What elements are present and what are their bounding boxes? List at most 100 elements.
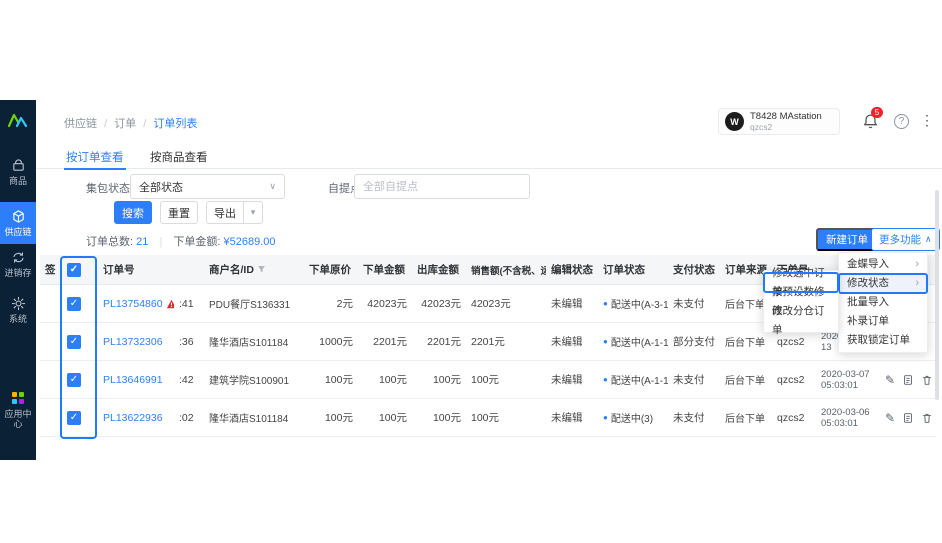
order-link[interactable]: PL13754860 (103, 298, 163, 310)
chevron-down-icon: ∨ (269, 181, 276, 191)
help-icon[interactable]: ? (894, 114, 909, 129)
row-checkbox[interactable]: ✓ (67, 410, 81, 425)
cell-merchant: 建筑学院S100901 (209, 376, 290, 387)
cell-original-price: 1000元 (319, 336, 353, 348)
breadcrumb-orders[interactable]: 订单 (114, 118, 136, 130)
cell-datetime: 2020-03-06 05:03:01 (821, 406, 870, 429)
cell-checkbox: ✓ (62, 399, 98, 436)
breadcrumb-supply-chain[interactable]: 供应链 (64, 118, 97, 130)
header-outbound-amount[interactable]: 出库金额 (412, 255, 466, 284)
order-link[interactable]: PL13622936 (103, 412, 163, 424)
check-icon: ✓ (69, 297, 79, 309)
row-checkbox[interactable]: ✓ (67, 296, 81, 311)
status-dot-icon: ● (603, 375, 608, 384)
filter-funnel-icon[interactable] (257, 265, 266, 274)
vertical-scrollbar[interactable] (935, 190, 939, 400)
amount-label: 下单金额: (173, 236, 221, 248)
header-sales[interactable]: 销售额(不含税、运) (466, 255, 546, 284)
export-button[interactable]: 导出 (206, 201, 244, 224)
check-icon: ✓ (69, 335, 79, 347)
header-time (174, 255, 204, 284)
tab-by-product[interactable]: 按商品查看 (148, 146, 210, 168)
pickup-point-input[interactable] (354, 174, 530, 199)
cell-order-status: ● 配送中(3) (598, 399, 668, 436)
export-dropdown-button[interactable]: ▾ (243, 201, 263, 224)
menu-item-get-locked-orders[interactable]: 获取锁定订单 (839, 331, 927, 350)
menu-item-kingdee-import[interactable]: 金蝶导入 › (839, 255, 927, 274)
submenu-item-modify-split-warehouse[interactable]: 修改分仓订单 (764, 305, 838, 336)
document-icon[interactable] (902, 374, 914, 386)
cell-order-amount: 42023元 (367, 298, 407, 310)
header-order-amount[interactable]: 下单金额 (358, 255, 412, 284)
cell-order-no: PL13622936 (98, 399, 174, 436)
sidebar-item-goods[interactable]: 商品 (0, 158, 36, 186)
document-icon[interactable] (902, 412, 914, 424)
sidebar-item-system[interactable]: 系统 (0, 296, 36, 324)
sidebar-item-supply-chain[interactable]: 供应链 (0, 202, 36, 244)
delete-icon[interactable] (921, 412, 933, 424)
cell-edit-status: 未编辑 (551, 298, 583, 310)
table-row[interactable]: ✓ PL13646991 :42 建筑学院S100901 100元 100元 1… (40, 361, 936, 399)
cell-order-status: ● 配送中(A-1-1) (598, 323, 668, 360)
app-logo[interactable] (7, 109, 29, 131)
menu-item-label: 补录订单 (847, 315, 889, 327)
cell-original-price: 100元 (324, 412, 353, 424)
row-checkbox[interactable]: ✓ (67, 334, 81, 349)
header-edit-status[interactable]: 编辑状态 (546, 255, 598, 284)
more-options-icon[interactable]: ⋮ (920, 112, 934, 129)
sidebar-item-label: 进销存 (4, 268, 32, 278)
cell-order-amount: 100元 (378, 374, 407, 386)
cell-operator: qzcs2 (777, 373, 805, 386)
order-link[interactable]: PL13646991 (103, 374, 163, 386)
more-functions-label: 更多功能 (879, 234, 921, 246)
select-all-checkbox[interactable]: ✓ (67, 262, 81, 277)
cell-sign (40, 399, 62, 436)
cell-outbound-amount: 100元 (432, 374, 461, 386)
cell-time: :36 (179, 335, 194, 348)
cell-sales: 2201元 (471, 336, 505, 348)
menu-item-batch-import[interactable]: 批量导入 (839, 293, 927, 312)
cell-merchant: PDU餐厅S136331 (209, 300, 291, 311)
cell-merchant: 隆华酒店S101184 (209, 338, 289, 349)
sidebar-item-app-center[interactable]: 应用中心 (0, 390, 36, 429)
header-merchant-label: 商户名/ID (209, 264, 254, 276)
menu-item-modify-status[interactable]: 修改状态 › (838, 273, 928, 294)
user-account-box[interactable]: W T8428 MAstation qzcs2 (718, 108, 840, 135)
tab-by-order[interactable]: 按订单查看 (64, 146, 126, 170)
new-order-button[interactable]: 新建订单 (816, 228, 878, 251)
edit-icon[interactable]: ✎ (885, 373, 895, 387)
reset-button[interactable]: 重置 (160, 201, 198, 224)
cell-edit-status: 未编辑 (551, 374, 583, 386)
menu-item-supplement-order[interactable]: 补录订单 (839, 312, 927, 331)
header-original-price[interactable]: 下单原价 (304, 255, 358, 284)
header-order-no[interactable]: 订单号 (98, 255, 174, 284)
sidebar: 商品 供应链 进销存 系统 应用中心 (0, 100, 36, 460)
header-pay-status[interactable]: 支付状态 (668, 255, 720, 284)
bundle-status-select[interactable]: 全部状态 ∨ (130, 174, 285, 199)
cell-checkbox: ✓ (62, 323, 98, 360)
breadcrumb-separator: / (104, 118, 108, 130)
order-link[interactable]: PL13732306 (103, 336, 163, 348)
cell-time: :41 (179, 297, 194, 310)
logo-icon (7, 113, 28, 128)
cell-time: :42 (179, 373, 194, 386)
order-status-text: 配送中(A-3-1) (610, 300, 668, 311)
breadcrumb-order-list[interactable]: 订单列表 (153, 118, 197, 130)
edit-icon[interactable]: ✎ (885, 411, 895, 425)
warning-icon (166, 299, 174, 309)
submenu-arrow-icon: › (915, 277, 919, 289)
cell-outbound-amount: 42023元 (421, 298, 461, 310)
sidebar-item-inventory[interactable]: 进销存 (0, 250, 36, 278)
more-functions-button[interactable]: 更多功能 ∧ (871, 228, 940, 251)
header-order-status[interactable]: 订单状态 (598, 255, 668, 284)
notification-bell-icon[interactable]: 5 (862, 107, 883, 131)
table-row[interactable]: ✓ PL13622936 :02 隆华酒店S101184 100元 100元 1… (40, 399, 936, 437)
search-button[interactable]: 搜索 (114, 201, 152, 224)
check-icon: ✓ (69, 373, 79, 385)
header-merchant[interactable]: 商户名/ID (204, 255, 304, 284)
cell-merchant: 隆华酒店S101184 (209, 414, 289, 425)
cell-edit-status: 未编辑 (551, 336, 583, 348)
delete-icon[interactable] (921, 374, 933, 386)
cell-edit-status: 未编辑 (551, 412, 583, 424)
row-checkbox[interactable]: ✓ (67, 372, 81, 387)
